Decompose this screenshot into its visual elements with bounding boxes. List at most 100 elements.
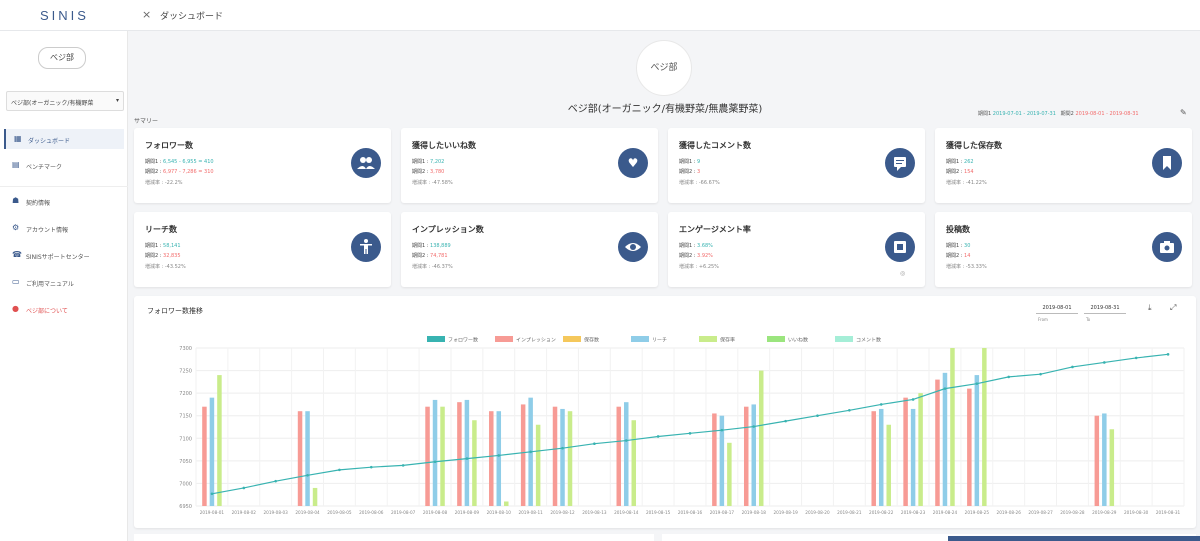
bar-リーチ <box>464 399 470 506</box>
sidebar-divider <box>0 186 128 187</box>
card-title: 獲得したコメント数 <box>679 141 751 150</box>
bar-リーチ <box>910 408 916 506</box>
card-impressions: インプレッション数 期間1 : 138,889 期間2 : 74,781 増減率… <box>401 212 658 287</box>
follower-point <box>497 454 501 457</box>
follower-point <box>1071 365 1074 369</box>
card-change-rate: 増減率 : +6.25% <box>679 264 719 270</box>
x-tick-label: 2019-08-31 <box>1156 510 1181 515</box>
bar-保存率 <box>631 420 637 506</box>
follower-point <box>338 468 341 472</box>
followers-icon <box>351 148 381 178</box>
y-tick-label: 7000 <box>179 481 192 487</box>
card-change-rate: 増減率 : -22.2% <box>145 180 183 186</box>
x-tick-label: 2019-08-15 <box>646 510 671 515</box>
follower-point <box>1039 372 1042 376</box>
bar-リーチ <box>878 408 884 506</box>
sidebar-account-logo: べジ部 <box>38 47 86 69</box>
bar-インプレッション <box>903 397 908 506</box>
account-select[interactable]: ベジ部(オーガニック/有機野菜 ▾ <box>6 91 124 111</box>
x-tick-label: 2019-08-01 <box>200 510 225 515</box>
bar-インプレッション <box>967 388 972 506</box>
x-tick-label: 2019-08-21 <box>837 510 862 515</box>
follower-point <box>943 387 947 390</box>
bar-インプレッション <box>935 379 940 506</box>
sidebar-item-support[interactable]: ☎ SINISサポートセンター <box>4 245 124 265</box>
follower-point <box>369 465 373 469</box>
x-tick-label: 2019-08-24 <box>933 510 958 515</box>
sidebar-item-contract[interactable]: ☗ 契約情報 <box>4 191 124 211</box>
card-likes: 獲得したいいね数 期間1 : 7,202 期間2 : 3,780 増減率 : -… <box>401 128 658 203</box>
bar-インプレッション <box>871 411 876 506</box>
y-tick-label: 7200 <box>179 391 192 397</box>
info-mark-icon[interactable]: ◎ <box>900 270 905 277</box>
sidebar-item-label: ベンチマーク <box>26 164 63 171</box>
benchmark-icon: ▤ <box>12 160 20 169</box>
card-change-rate: 増減率 : -46.37% <box>412 264 453 270</box>
sidebar-item-benchmark[interactable]: ▤ ベンチマーク <box>4 155 124 175</box>
close-tab-icon[interactable]: × <box>142 8 151 21</box>
card-period1: 期間1 : 30 <box>946 243 971 249</box>
legend-swatch <box>563 336 581 342</box>
x-tick-label: 2019-08-11 <box>518 510 543 515</box>
card-period2: 期間2 : 14 <box>946 253 971 259</box>
card-period1: 期間1 : 7,202 <box>412 159 445 165</box>
follower-point <box>752 425 756 428</box>
bar-保存率 <box>217 375 222 506</box>
card-change-rate: 増減率 : -43.52% <box>145 264 186 270</box>
card-period2: 期間2 : 3,780 <box>412 169 445 175</box>
follower-point <box>816 414 819 418</box>
sidebar-item-account[interactable]: ⚙ アカウント情報 <box>4 218 124 238</box>
follower-point <box>242 486 246 490</box>
card-title: リーチ数 <box>145 225 177 234</box>
x-tick-label: 2019-08-09 <box>455 510 480 515</box>
bar-保存率 <box>504 501 509 506</box>
x-tick-label: 2019-08-16 <box>678 510 703 515</box>
card-followers: フォロワー数 期間1 : 6,545 - 6,955 = 410 期間2 : 6… <box>134 128 391 203</box>
x-tick-label: 2019-08-28 <box>1060 510 1085 515</box>
sidebar-item-about[interactable]: ● ベジ部について <box>4 299 124 319</box>
sidebar-item-label: ダッシュボード <box>28 138 71 145</box>
bar-インプレッション <box>520 404 526 506</box>
card-period1: 期間1 : 262 <box>946 159 974 165</box>
heart-icon: ♥ <box>618 148 648 178</box>
manual-icon: ▭ <box>12 277 20 286</box>
card-title: インプレッション数 <box>412 225 484 234</box>
period2-range: 2019-08-01 - 2019-08-31 <box>1075 111 1139 117</box>
bar-インプレッション <box>297 411 303 506</box>
legend-swatch <box>495 336 513 342</box>
edit-period-icon[interactable]: ✎ <box>1180 108 1187 117</box>
bar-保存率 <box>440 406 445 506</box>
period1-range: 2019-07-01 - 2019-07-31 <box>992 111 1056 117</box>
legend-swatch <box>767 336 785 342</box>
follower-point <box>624 439 628 442</box>
card-change-rate: 増減率 : -41.22% <box>946 180 987 186</box>
card-period1: 期間1 : 6,545 - 6,955 = 410 <box>145 159 214 165</box>
bar-リーチ <box>432 399 438 506</box>
reach-icon <box>351 232 381 262</box>
top-bar: SINIS × ダッシュボード <box>0 0 1200 31</box>
sidebar-item-manual[interactable]: ▭ ご利用マニュアル <box>4 272 124 292</box>
engagement-icon <box>885 232 915 262</box>
card-period2: 期間2 : 3 <box>679 169 701 175</box>
follower-point <box>911 398 915 401</box>
y-tick-label: 7150 <box>179 414 192 420</box>
card-title: エンゲージメント率 <box>679 225 751 234</box>
tab-dashboard[interactable]: ダッシュボード <box>160 9 223 22</box>
sidebar-item-dashboard[interactable]: ▦ ダッシュボード <box>4 129 124 149</box>
app-logo[interactable]: SINIS <box>40 8 89 23</box>
bar-保存率 <box>472 420 477 506</box>
bar-保存率 <box>567 411 573 506</box>
card-title: 投稿数 <box>946 225 970 234</box>
card-posts: 投稿数 期間1 : 30 期間2 : 14 増減率 : -53.33% <box>935 212 1192 287</box>
info-icon: ● <box>12 304 19 313</box>
x-tick-label: 2019-08-20 <box>805 510 830 515</box>
x-tick-label: 2019-08-10 <box>487 510 512 515</box>
bar-インプレッション <box>202 406 207 506</box>
follower-point <box>274 479 277 483</box>
x-tick-label: 2019-08-05 <box>327 510 352 515</box>
card-engagement: エンゲージメント率 期間1 : 3.68% 期間2 : 3.92% 増減率 : … <box>668 212 925 287</box>
x-tick-label: 2019-08-23 <box>901 510 926 515</box>
bar-インプレッション <box>743 406 749 506</box>
card-change-rate: 増減率 : -53.33% <box>946 264 987 270</box>
sidebar-item-label: SINISサポートセンター <box>26 254 90 261</box>
